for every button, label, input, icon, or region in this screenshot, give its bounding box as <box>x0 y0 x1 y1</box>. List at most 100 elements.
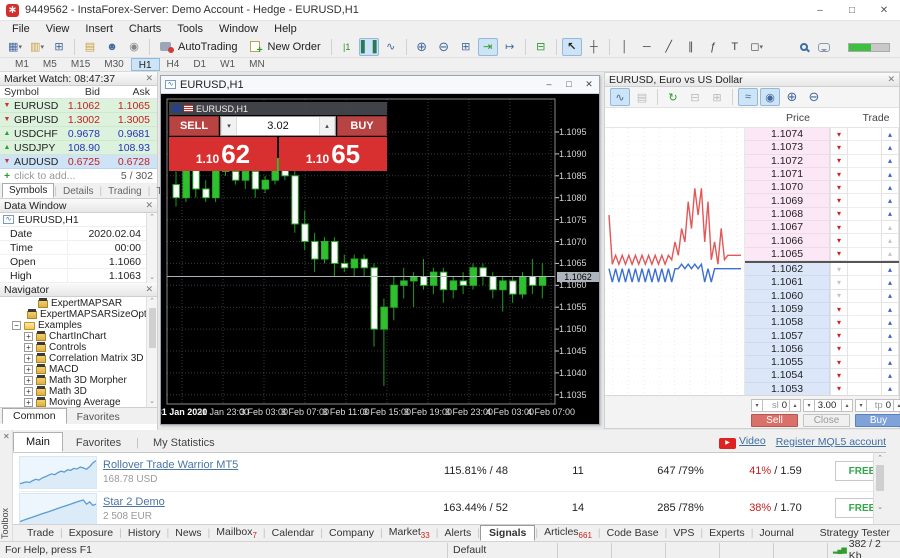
navigator-item[interactable]: +Moving Average <box>0 397 157 407</box>
sell-chevron-icon[interactable]: ▾ <box>830 128 848 141</box>
buy-chevron-icon[interactable]: ▴ <box>881 128 899 141</box>
market-watch-row[interactable]: ▲USDCHF0.96780.9681 <box>0 127 157 141</box>
tp-up-icon[interactable]: ▴ <box>893 399 900 412</box>
tp-down-icon[interactable]: ▾ <box>855 399 867 412</box>
sell-chevron-icon[interactable]: ▾ <box>830 329 848 342</box>
sell-button[interactable]: SELL <box>169 116 219 136</box>
dom-price-row[interactable]: 1.1055▾▴ <box>745 356 899 369</box>
signals-service-icon[interactable]: ◉ <box>124 38 144 56</box>
dom-trade-cell[interactable] <box>848 343 881 356</box>
navigator-item[interactable]: +ChartInChart <box>0 331 157 342</box>
chart-minimize-icon[interactable]: – <box>539 79 559 90</box>
buy-chevron-icon[interactable]: ▴ <box>881 221 899 234</box>
dom-price-row[interactable]: 1.1072▾▴ <box>745 155 899 168</box>
tick-chart-icon[interactable]: ∿ <box>610 88 630 106</box>
bottom-tab-articles[interactable]: Articles661 <box>538 526 598 540</box>
navigator-item[interactable]: +MACD <box>0 364 157 375</box>
navigator-close-icon[interactable]: ✕ <box>145 284 153 295</box>
tab-details[interactable]: Details <box>57 185 100 198</box>
dom-trade-cell[interactable] <box>848 128 881 141</box>
dom-trade-cell[interactable] <box>848 194 881 207</box>
timeframe-m5[interactable]: M5 <box>36 58 64 71</box>
sell-chevron-icon[interactable]: ▾ <box>830 181 848 194</box>
dom-volume-down-icon[interactable]: ▾ <box>803 399 815 412</box>
expand-icon[interactable]: + <box>24 332 33 341</box>
market-watch-row[interactable]: ▼GBPUSD1.30021.3005 <box>0 113 157 127</box>
signals-scrollbar[interactable]: ⌃ ⌄ <box>873 453 886 524</box>
timeframe-h4[interactable]: H4 <box>160 58 187 71</box>
volume-down-icon[interactable]: ▾ <box>221 117 237 135</box>
dom-trade-cell[interactable] <box>848 316 881 329</box>
timeframe-m30[interactable]: M30 <box>97 58 130 71</box>
bottom-tab-experts[interactable]: Experts <box>703 527 751 539</box>
bottom-tab-alerts[interactable]: Alerts <box>438 527 477 539</box>
buy-chevron-icon[interactable]: ▴ <box>881 383 899 396</box>
menu-help[interactable]: Help <box>266 23 305 35</box>
expand-icon[interactable]: + <box>24 343 33 352</box>
buy-chevron-icon[interactable]: ▴ <box>881 343 899 356</box>
bottom-tab-exposure[interactable]: Exposure <box>63 527 119 539</box>
bottom-tab-news[interactable]: News <box>169 527 207 539</box>
menu-charts[interactable]: Charts <box>121 23 169 35</box>
buy-chevron-icon[interactable]: ▴ <box>881 329 899 342</box>
buy-chevron-icon[interactable]: ▴ <box>881 369 899 382</box>
sell-chevron-icon[interactable]: ▾ <box>830 303 848 316</box>
dom-close-icon[interactable]: ✕ <box>887 74 895 85</box>
chart-plot-area[interactable]: EURUSD,H1 SELL ▾ 3.02 ▴ BUY 1.10 <box>161 94 599 424</box>
buy-chevron-icon[interactable]: ▴ <box>881 234 899 247</box>
dom-price-row[interactable]: 1.1056▾▴ <box>745 343 899 356</box>
sl-down-icon[interactable]: ▾ <box>751 399 763 412</box>
depth-chart-icon[interactable]: ≈ <box>738 88 758 106</box>
dom-trade-cell[interactable] <box>848 168 881 181</box>
maximize-button[interactable]: □ <box>836 0 868 21</box>
sell-chevron-icon[interactable]: ▾ <box>830 208 848 221</box>
scroll-up-icon[interactable]: ⌃ <box>874 454 886 462</box>
tab-trading[interactable]: Trading <box>102 185 148 198</box>
scrollbar-thumb[interactable] <box>149 308 156 348</box>
line-chart-icon[interactable]: ∿ <box>381 38 401 56</box>
timeframe-w1[interactable]: W1 <box>213 58 242 71</box>
dom-trade-cell[interactable] <box>848 181 881 194</box>
bottom-tab-company[interactable]: Company <box>323 527 380 539</box>
dom-zoom-in-icon[interactable]: ⊕ <box>782 88 802 106</box>
window-layout-icon[interactable]: ⊞ <box>49 38 69 56</box>
add-symbol-label[interactable]: click to add... <box>14 170 75 182</box>
bottom-tab-market[interactable]: Market33 <box>383 526 436 540</box>
tab-symbols[interactable]: Symbols <box>2 183 54 198</box>
dom-trade-cell[interactable] <box>848 248 881 261</box>
trendline-icon[interactable]: ╱ <box>659 38 679 56</box>
sell-chevron-icon[interactable]: ▾ <box>830 290 848 303</box>
buy-chevron-icon[interactable]: ▴ <box>881 141 899 154</box>
dom-price-row[interactable]: 1.1067▾▴ <box>745 221 899 234</box>
sell-chevron-icon[interactable]: ▾ <box>830 276 848 289</box>
menu-window[interactable]: Window <box>211 23 266 35</box>
expand-icon[interactable]: + <box>24 365 33 374</box>
equidistant-channel-icon[interactable]: ∥ <box>681 38 701 56</box>
dom-price-row[interactable]: 1.1058▾▴ <box>745 316 899 329</box>
dom-trade-cell[interactable] <box>848 263 881 276</box>
sell-chevron-icon[interactable]: ▾ <box>830 369 848 382</box>
menu-tools[interactable]: Tools <box>169 23 211 35</box>
dom-zoom-out-icon[interactable]: ⊖ <box>804 88 824 106</box>
zoom-in-icon[interactable]: ⊕ <box>412 38 432 56</box>
fibonacci-icon[interactable]: ƒ <box>703 38 723 56</box>
buy-chevron-icon[interactable]: ▴ <box>881 276 899 289</box>
vertical-line-icon[interactable]: │ <box>615 38 635 56</box>
buy-chevron-icon[interactable]: ▴ <box>881 208 899 221</box>
buy-chevron-icon[interactable]: ▴ <box>881 316 899 329</box>
dom-price-row[interactable]: 1.1070▾▴ <box>745 181 899 194</box>
scroll-down-icon[interactable]: ⌄ <box>874 503 886 511</box>
dom-price-row[interactable]: 1.1073▾▴ <box>745 141 899 154</box>
sell-chevron-icon[interactable]: ▾ <box>830 383 848 396</box>
dom-volume-value[interactable]: 3.00 <box>818 400 837 411</box>
menu-view[interactable]: View <box>38 23 78 35</box>
dom-price-row[interactable]: 1.1062▾▴ <box>745 263 899 276</box>
market-watch-toggle-icon[interactable]: ▤ <box>80 38 100 56</box>
tab-favorites[interactable]: Favorites <box>64 434 133 452</box>
signal-name-link[interactable]: Rollover Trade Warrior MT5 <box>103 459 238 471</box>
dom-trade-cell[interactable] <box>848 141 881 154</box>
toolbox-close-icon[interactable]: ✕ <box>3 432 10 441</box>
dom-sell-button[interactable]: Sell <box>751 414 798 427</box>
chart-maximize-icon[interactable]: □ <box>559 79 579 90</box>
tab-my-statistics[interactable]: My Statistics <box>141 434 227 452</box>
